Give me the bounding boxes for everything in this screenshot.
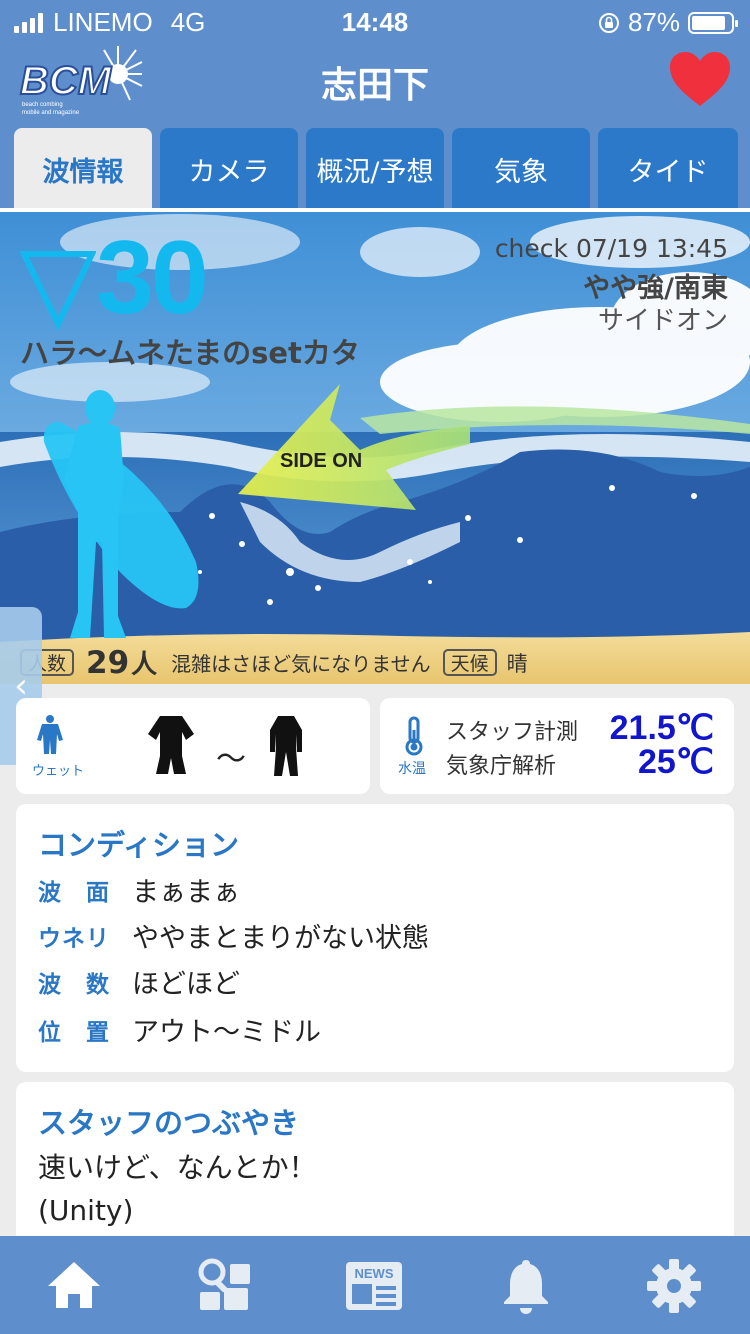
rotation-lock-icon [598, 12, 619, 33]
condition-label: 波 面 [38, 879, 110, 906]
wind-badge: SIDE ON [280, 450, 363, 472]
condition-label: 位 置 [38, 1019, 110, 1046]
temp-source-staff: スタッフ計測 [446, 720, 579, 745]
weather-tag: 天候 [442, 649, 497, 676]
wind-type: サイドオン [597, 306, 728, 336]
condition-label: 波 数 [38, 971, 110, 998]
gear-icon[interactable] [644, 1256, 704, 1316]
wave-description: ハラ〜ムネたまのsetカタ [20, 336, 360, 370]
down-triangle-icon [20, 251, 96, 330]
condition-row: ウネリ ややまとまりがない状態 [38, 916, 429, 955]
condition-value: ほどほど [132, 969, 240, 1000]
condition-value: ややまとまりがない状態 [132, 923, 429, 954]
condition-label: ウネリ [38, 925, 110, 952]
home-icon[interactable] [44, 1256, 104, 1316]
wetsuit-label: ウェット [32, 764, 85, 779]
temp-source-jma: 気象庁解析 [446, 754, 557, 779]
bell-icon[interactable] [496, 1256, 556, 1316]
temp-value-jma: 25℃ [637, 743, 714, 781]
wetsuit-range-tilde: 〜 [216, 742, 246, 777]
condition-row: 波 面 まぁまぁ [38, 870, 240, 909]
water-temp-card: 水温 スタッフ計測 気象庁解析 21.5℃ 25℃ [380, 698, 734, 794]
battery-fill [692, 15, 726, 30]
heart-icon[interactable] [668, 50, 732, 108]
wetsuit-icon [37, 715, 63, 754]
app-header: BCM beach combing mobile and magazine 志田… [0, 42, 750, 126]
crowd-count: 29 [86, 644, 130, 681]
condition-row: 位 置 アウト〜ミドル [38, 1010, 321, 1049]
staff-tweet-line: (Unity) [38, 1194, 134, 1227]
tab-bar: 波情報 カメラ 概況/予想 気象 タイド [0, 126, 750, 212]
crowd-text: 混雑はさほど気になりません [171, 652, 431, 676]
battery-icon [688, 11, 738, 34]
fullsuit-icon [270, 716, 302, 776]
condition-row: 波 数 ほどほど [38, 962, 240, 1001]
check-time: check 07/19 13:45 [494, 234, 728, 263]
crowd-unit: 人 [131, 650, 158, 680]
shorty-wetsuit-icon [148, 716, 194, 774]
status-bar: LINEMO 4G 14:48 87% [0, 0, 750, 42]
staff-tweet-card: スタッフのつぶやき 速いけど、なんとか！ (Unity) [16, 1082, 734, 1252]
news-label: NEWS [355, 1266, 394, 1281]
svg-text:mobile and magazine: mobile and magazine [22, 110, 80, 116]
weather-value: 晴 [506, 651, 528, 676]
wetsuit-card: ウェット 〜 [16, 698, 370, 794]
thermometer-icon [405, 716, 423, 756]
condition-value: まぁまぁ [132, 877, 240, 908]
spot-search-icon[interactable] [194, 1256, 254, 1316]
condition-title: コンディション [38, 828, 239, 862]
battery-percent: 87% [627, 7, 680, 37]
news-icon[interactable]: NEWS [344, 1256, 404, 1316]
tab-camera[interactable]: カメラ [160, 128, 298, 210]
condition-card: コンディション 波 面 まぁまぁ ウネリ ややまとまりがない状態 波 数 ほどほ… [16, 804, 734, 1072]
tab-overview-forecast[interactable]: 概況/予想 [306, 128, 444, 210]
bottom-nav: NEWS [0, 1236, 750, 1334]
staff-tweet-title: スタッフのつぶやき [38, 1106, 300, 1140]
staff-tweet-line: 速いけど、なんとか！ [38, 1151, 317, 1184]
tab-tide[interactable]: タイド [598, 128, 738, 210]
condition-value: アウト〜ミドル [132, 1017, 321, 1048]
status-right: 87% [598, 7, 738, 38]
tab-wave-info[interactable]: 波情報 [14, 128, 152, 210]
page-title: 志田下 [320, 65, 429, 106]
crowd-row: 人数 29 人 混雑はさほど気になりません 天候 晴 [20, 644, 528, 681]
tab-weather[interactable]: 気象 [452, 128, 590, 210]
water-temp-label: 水温 [398, 761, 426, 777]
surf-hero: 30 ハラ〜ムネたまのsetカタ check 07/19 13:45 やや強/南… [0, 212, 750, 684]
wave-height: 30 [96, 220, 209, 336]
